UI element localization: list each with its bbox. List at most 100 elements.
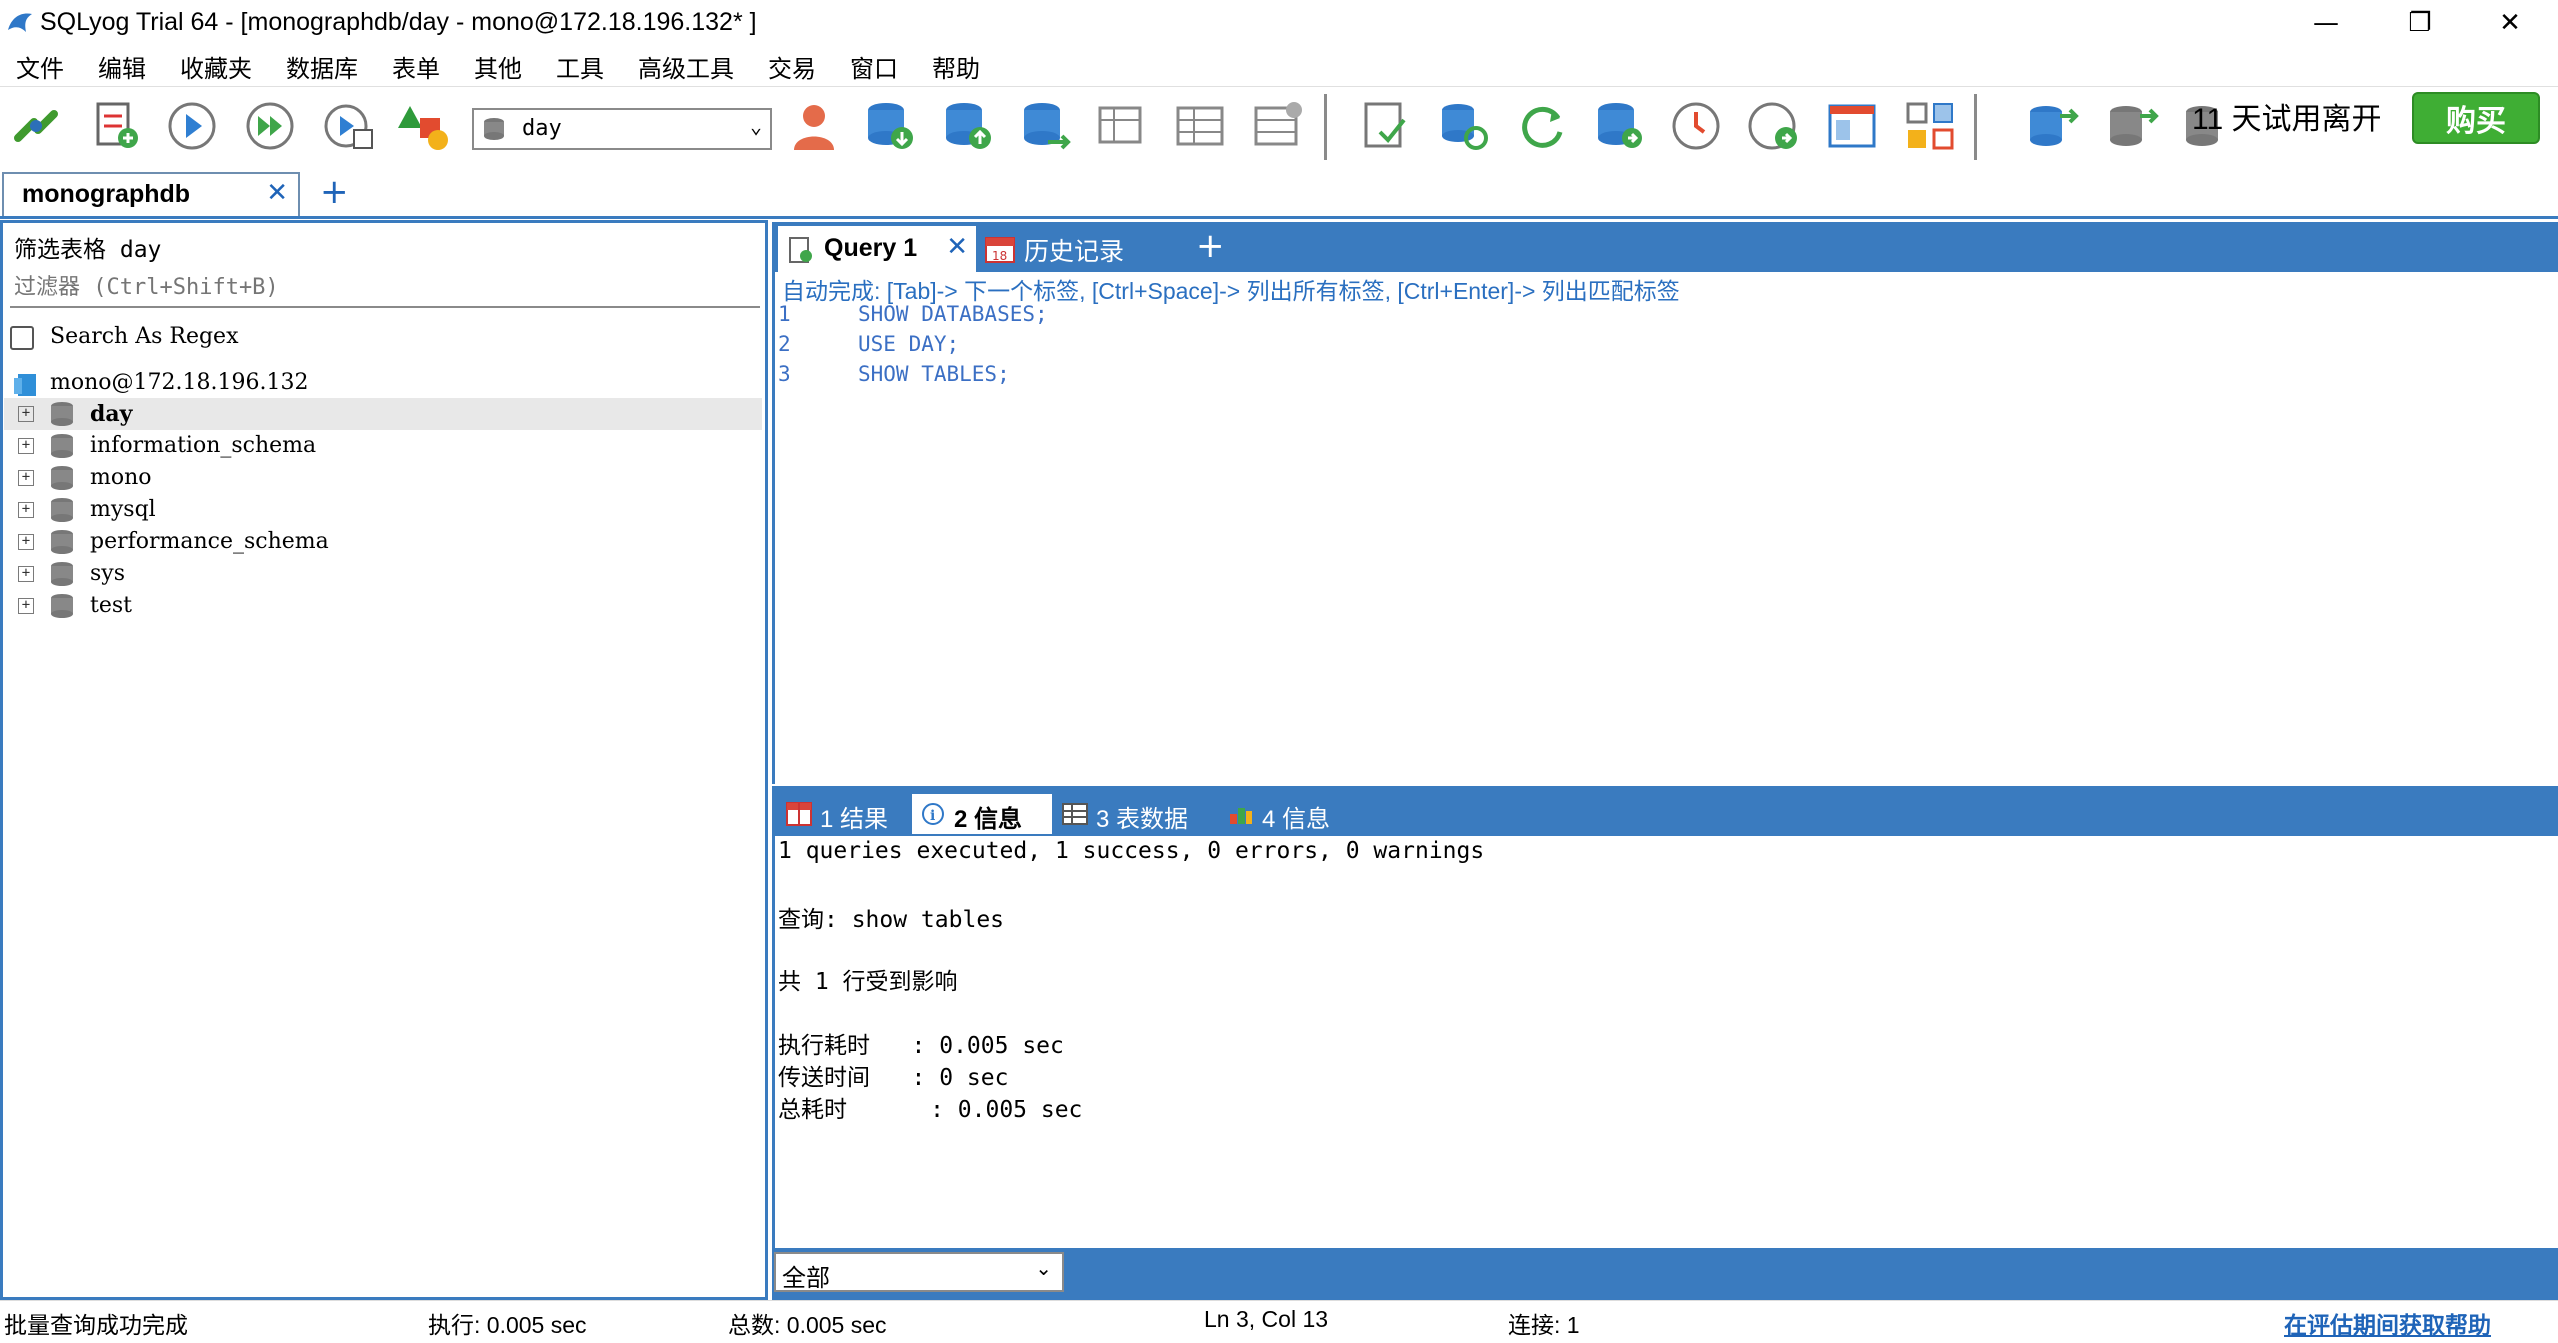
scheduler-icon[interactable] [1668, 98, 1724, 154]
code-text: SHOW DATABASES; [858, 302, 1048, 326]
migration-icon[interactable] [2024, 98, 2080, 154]
export-database-icon[interactable] [940, 98, 996, 154]
menu-favorites[interactable]: 收藏夹 [164, 49, 270, 84]
connection-tab[interactable]: monographdb ✕ [2, 172, 300, 216]
help-link[interactable]: 在评估期间获取帮助 [2284, 1306, 2491, 1340]
expand-icon[interactable]: + [18, 502, 34, 518]
alter-table-icon[interactable] [1172, 98, 1228, 154]
status-exec-time: 执行: 0.005 sec [428, 1312, 587, 1338]
expand-icon[interactable]: + [18, 534, 34, 550]
status-cursor-position: Ln 3, Col 13 [1204, 1306, 1329, 1332]
minimize-button[interactable]: — [2278, 0, 2374, 46]
status-total-time: 总数: 0.005 sec [728, 1312, 887, 1338]
db-node-day[interactable]: + day [4, 398, 762, 430]
database-icon [51, 402, 73, 426]
output-filter-value: 全部 [782, 1265, 830, 1292]
refresh-icon[interactable] [1514, 98, 1570, 154]
line-number: 2 [778, 332, 791, 356]
new-query-icon[interactable] [88, 98, 144, 154]
connection-tab-bar [0, 166, 2558, 219]
db-node-mono[interactable]: + mono [4, 462, 762, 494]
import-database-icon[interactable] [862, 98, 918, 154]
expand-icon[interactable]: + [18, 406, 34, 422]
buy-button[interactable]: 购买 [2412, 92, 2540, 144]
explain-query-icon[interactable] [320, 98, 376, 154]
database-icon [51, 466, 73, 490]
menu-other[interactable]: 其他 [458, 49, 540, 84]
info-chart-icon [1230, 808, 1252, 824]
db-node-test[interactable]: + test [4, 590, 762, 622]
close-icon[interactable]: ✕ [266, 178, 288, 208]
db-node-label: information_schema [90, 433, 317, 458]
menu-table[interactable]: 表单 [376, 49, 458, 84]
menu-help[interactable]: 帮助 [916, 49, 998, 84]
database-icon [484, 118, 504, 140]
db-node-label: mysql [90, 497, 156, 522]
db-node-performance-schema[interactable]: + performance_schema [4, 526, 762, 558]
expand-icon[interactable]: + [18, 598, 34, 614]
create-table-icon[interactable] [1094, 98, 1150, 154]
menu-bar: 文件 编辑 收藏夹 数据库 表单 其他 工具 高级工具 交易 窗口 帮助 [0, 46, 2558, 86]
result-tab-results[interactable]: 1 结果 [778, 794, 904, 834]
data-sync-icon[interactable] [1436, 98, 1492, 154]
menu-database[interactable]: 数据库 [270, 49, 376, 84]
db-node-information-schema[interactable]: + information_schema [4, 430, 762, 462]
result-tab-label: 2 信息 [954, 806, 1023, 833]
table-icon [1062, 803, 1088, 825]
close-button[interactable]: ✕ [2462, 0, 2558, 46]
history-tab-label: 历史记录 [1024, 238, 1125, 266]
result-tab-table-data[interactable]: 3 表数据 [1054, 794, 1204, 834]
expand-icon[interactable]: + [18, 566, 34, 582]
menu-file[interactable]: 文件 [0, 49, 82, 84]
database-selector[interactable]: day ⌄ [472, 108, 772, 150]
menu-edit[interactable]: 编辑 [82, 49, 164, 84]
manage-indexes-icon[interactable] [1250, 98, 1306, 154]
status-message: 批量查询成功完成 [4, 1312, 188, 1338]
add-connection-tab-button[interactable]: + [320, 172, 349, 212]
result-tab-label: 1 结果 [820, 806, 889, 833]
db-node-sys[interactable]: + sys [4, 558, 762, 590]
chevron-down-icon: ⌄ [749, 114, 762, 138]
close-icon[interactable]: ✕ [946, 232, 968, 262]
query-builder-icon[interactable] [1902, 98, 1958, 154]
user-manager-icon[interactable] [786, 98, 842, 154]
search-as-regex-checkbox[interactable] [10, 326, 34, 350]
scheduled-job-icon[interactable] [1746, 98, 1802, 154]
menu-transaction[interactable]: 交易 [752, 49, 834, 84]
db-node-label: test [90, 593, 132, 618]
database-icon [51, 594, 73, 618]
search-as-regex-label: Search As Regex [50, 324, 239, 349]
filter-input[interactable] [10, 268, 760, 308]
db-node-mysql[interactable]: + mysql [4, 494, 762, 526]
output-total-time: 总耗时 : 0.005 sec [778, 1097, 1083, 1123]
db-node-label: sys [90, 561, 126, 586]
visual-designer-icon[interactable] [1824, 98, 1880, 154]
trial-remaining-text: 11 天试用离开 [2192, 103, 2382, 136]
execute-query-icon[interactable] [164, 98, 220, 154]
database-icon [51, 434, 73, 458]
new-connection-icon[interactable] [8, 98, 64, 154]
copy-database-icon[interactable] [1018, 98, 1074, 154]
add-query-tab-button[interactable]: + [1196, 226, 1225, 266]
result-tab-info[interactable]: 4 信息 [1220, 794, 1350, 834]
output-filter-select[interactable]: 全部 ⌄ [774, 1252, 1064, 1292]
autocomplete-hint: 自动完成: [Tab]-> 下一个标签, [Ctrl+Space]-> 列出所有… [782, 278, 1680, 304]
sql-editor[interactable] [772, 272, 2558, 784]
database-compare-icon[interactable] [2104, 98, 2160, 154]
output-transfer-time: 传送时间 : 0 sec [778, 1065, 1009, 1091]
schema-designer-icon[interactable] [396, 98, 452, 154]
menu-tools[interactable]: 工具 [540, 49, 622, 84]
maximize-button[interactable]: ❐ [2372, 0, 2468, 46]
menu-advanced-tools[interactable]: 高级工具 [622, 49, 752, 84]
code-line: 2 USE DAY; [778, 332, 959, 356]
code-text: SHOW TABLES; [858, 362, 1010, 386]
execute-all-icon[interactable] [242, 98, 298, 154]
expand-icon[interactable]: + [18, 438, 34, 454]
schema-sync-icon[interactable] [1358, 98, 1414, 154]
result-tab-messages[interactable]: i 2 信息 [912, 794, 1052, 834]
menu-window[interactable]: 窗口 [834, 49, 916, 84]
expand-icon[interactable]: + [18, 470, 34, 486]
query-tab[interactable]: Query 1 ✕ [778, 226, 976, 272]
backup-database-icon[interactable] [1592, 98, 1648, 154]
line-number: 1 [778, 302, 791, 326]
